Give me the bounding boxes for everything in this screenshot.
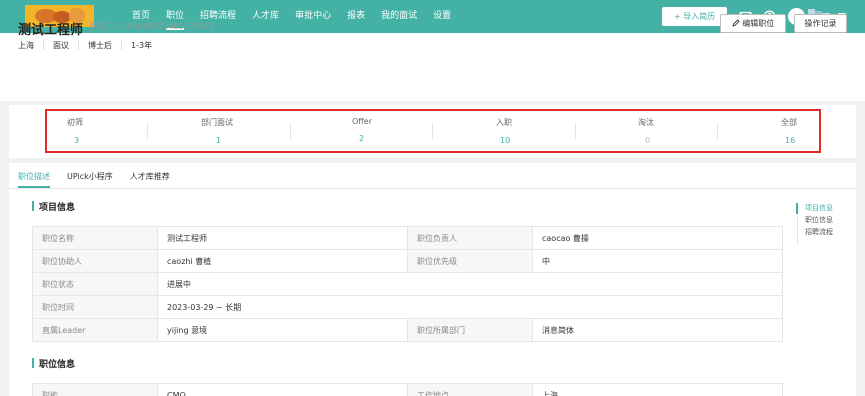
field-label: 职位优先级	[407, 249, 533, 273]
table-row: 职位状态 进展中	[32, 272, 783, 296]
field-value: 上海	[532, 383, 783, 396]
field-value: 测试工程师	[157, 226, 408, 250]
section-title-project: 项目信息	[32, 200, 75, 213]
nav-item-approval[interactable]: 审批中心	[287, 0, 339, 33]
nav-item-reports[interactable]: 报表	[339, 0, 373, 33]
field-label: 直属Leader	[32, 318, 158, 342]
anchor-recruit-flow[interactable]: 招聘流程	[805, 227, 833, 239]
section-title-job: 职位信息	[32, 357, 75, 370]
table-row: 职能 CMO 工作地点 上海	[32, 383, 783, 396]
edit-icon	[732, 19, 740, 27]
field-value: 消息简体	[532, 318, 783, 342]
field-label: 工作地点	[407, 383, 533, 396]
field-value: CMO	[157, 383, 408, 396]
field-value: 中	[532, 249, 783, 273]
nav-item-settings[interactable]: 设置	[425, 0, 459, 33]
job-id-label: 职位ID：	[90, 22, 123, 31]
table-row: 直属Leader yijing 意境 职位所属部门 消息简体	[32, 318, 783, 342]
field-value: 2023-03-29 ~ 长期	[157, 295, 783, 319]
job-experience: 1-3年	[121, 41, 161, 50]
field-label: 职位时间	[32, 295, 158, 319]
field-value: yijing 意境	[157, 318, 408, 342]
job-education: 博士后	[78, 41, 121, 50]
table-row: 职位名称 测试工程师 职位负责人 caocao 曹操	[32, 226, 783, 250]
job-info-table: 职能 CMO 工作地点 上海	[32, 383, 783, 396]
table-row: 职位协助人 caozhi 曹植 职位优先级 中	[32, 249, 783, 273]
job-salary: 面议	[43, 41, 78, 50]
detail-tabs: 职位描述 UPick小程序 人才库推荐	[18, 171, 187, 188]
field-value: 进展中	[157, 272, 783, 296]
anchor-project-info[interactable]: 项目信息	[805, 203, 833, 215]
edit-job-label: 编辑职位	[742, 19, 775, 28]
tab-upick[interactable]: UPick小程序	[67, 171, 113, 188]
section-anchor-nav: 项目信息 职位信息 招聘流程	[805, 203, 833, 239]
job-id: 职位ID：164109522485379072	[90, 21, 214, 32]
field-label: 职位状态	[32, 272, 158, 296]
nav-item-talent-pool[interactable]: 人才库	[244, 0, 287, 33]
field-value: caozhi 曹植	[157, 249, 408, 273]
job-id-value: 164109522485379072	[122, 22, 215, 31]
highlight-frame	[45, 109, 821, 153]
field-label: 职能	[32, 383, 158, 396]
job-tags: 上海 面议 博士后 1-3年	[18, 41, 161, 50]
tab-divider	[9, 188, 856, 189]
job-location: 上海	[18, 41, 34, 50]
field-label: 职位名称	[32, 226, 158, 250]
import-resume-button[interactable]: + 导入简历	[662, 7, 727, 26]
tab-job-description[interactable]: 职位描述	[18, 171, 50, 188]
nav-item-my-interviews[interactable]: 我的面试	[373, 0, 425, 33]
operation-log-button[interactable]: 操作记录	[794, 14, 847, 33]
anchor-active-marker	[796, 203, 798, 214]
field-value: caocao 曹操	[532, 226, 783, 250]
page-title: 测试工程师	[18, 23, 84, 38]
table-row: 职位时间 2023-03-29 ~ 长期	[32, 295, 783, 319]
edit-job-button[interactable]: 编辑职位	[720, 14, 786, 33]
anchor-job-info[interactable]: 职位信息	[805, 215, 833, 227]
project-info-table: 职位名称 测试工程师 职位负责人 caocao 曹操 职位协助人 caozhi …	[32, 226, 783, 342]
field-label: 职位所属部门	[407, 318, 533, 342]
tab-talent-recommend[interactable]: 人才库推荐	[130, 171, 170, 188]
field-label: 职位负责人	[407, 226, 533, 250]
field-label: 职位协助人	[32, 249, 158, 273]
